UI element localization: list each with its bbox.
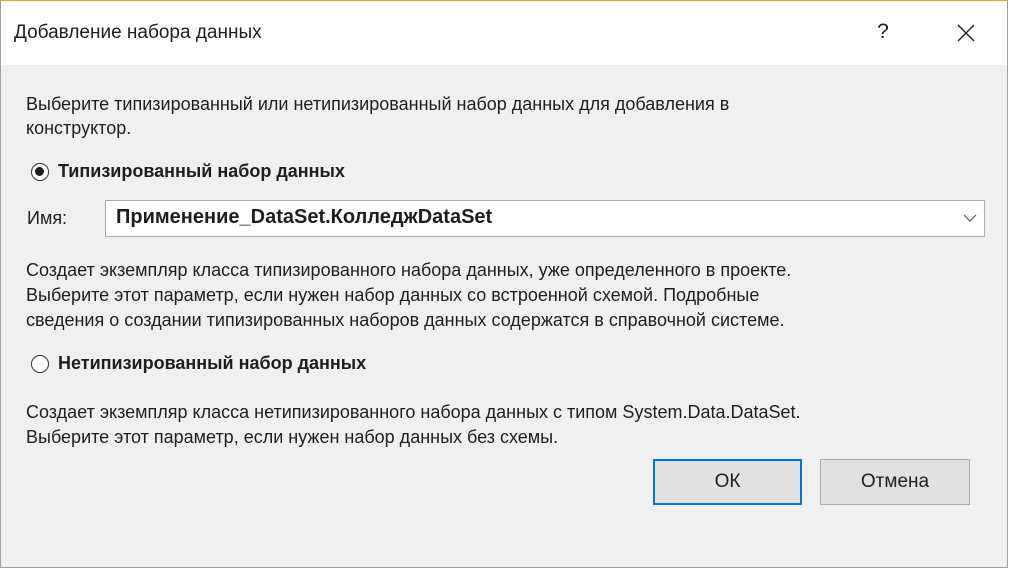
close-icon [957, 24, 975, 42]
dataset-name-combobox[interactable]: Применение_DataSet.КолледжDataSet [105, 200, 985, 237]
background-strip [1008, 0, 1021, 570]
intro-line-2: конструктор. [26, 118, 132, 138]
close-button[interactable] [949, 17, 983, 49]
add-dataset-dialog: Добавление набора данных ? Выберите типи… [0, 0, 1008, 568]
untyped-description-line-2: Выберите этот параметр, если нужен набор… [26, 427, 559, 447]
untyped-dataset-radio[interactable] [31, 355, 49, 373]
dataset-name-value: Применение_DataSet.КолледжDataSet [116, 206, 493, 228]
untyped-description-line-1: Создает экземпляр класса нетипизированно… [26, 402, 801, 422]
help-button[interactable]: ? [873, 19, 893, 45]
name-label: Имя: [27, 208, 68, 228]
typed-description-line-2: Выберите этот параметр, если нужен набор… [26, 285, 760, 305]
cancel-button[interactable]: Отмена [820, 459, 970, 505]
typed-description-line-1: Создает экземпляр класса типизированного… [26, 260, 792, 280]
untyped-dataset-label[interactable]: Нетипизированный набор данных [58, 351, 366, 375]
dialog-title: Добавление набора данных [14, 22, 262, 43]
intro-line-1: Выберите типизированный или нетипизирова… [26, 94, 730, 114]
ok-button[interactable]: ОК [653, 459, 802, 505]
typed-dataset-radio[interactable] [31, 163, 49, 181]
title-bar: Добавление набора данных ? [1, 1, 1007, 65]
typed-dataset-label[interactable]: Типизированный набор данных [58, 159, 345, 183]
typed-description-line-3: сведения о создании типизированных набор… [26, 310, 785, 330]
chevron-down-icon[interactable] [962, 210, 978, 226]
